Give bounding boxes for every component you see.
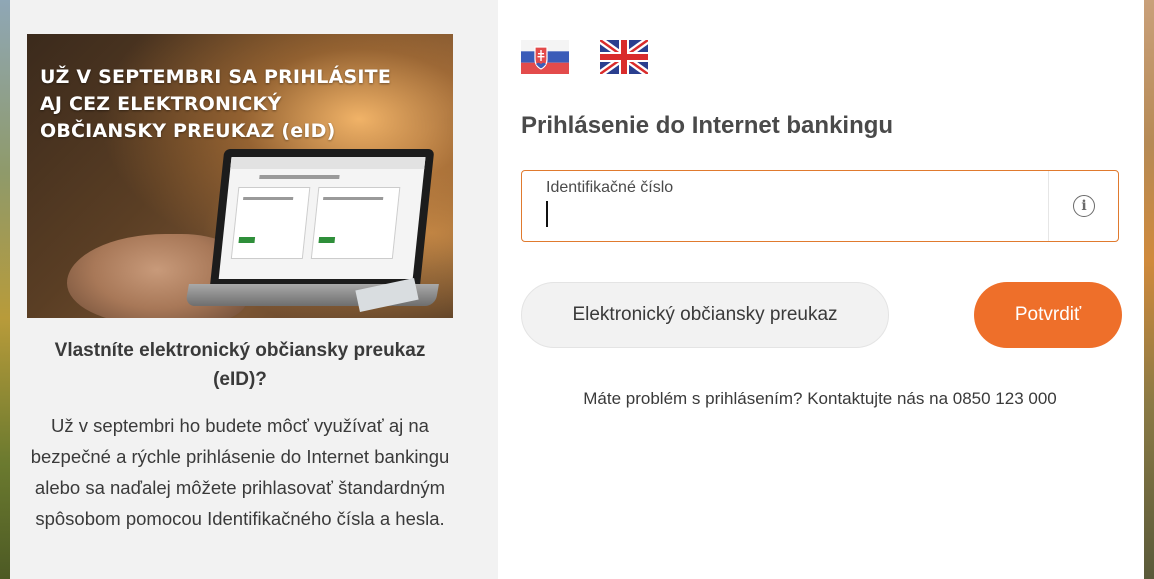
identification-number-label: Identifikačné číslo [546,179,674,196]
promo-laptop [209,149,435,289]
uk-flag-icon[interactable] [600,40,648,74]
help-text: Máte problém s prihlásením? Kontaktujte … [583,389,1057,408]
background-left [0,0,10,579]
promo-headline-line: OBČIANSKY PREUKAZ (eID) [40,120,336,142]
promo-headline-line: AJ CEZ ELEKTRONICKÝ [40,93,282,115]
promo-image: UŽ V SEPTEMBRI SA PRIHLÁSITE AJ CEZ ELEK… [27,34,453,318]
slovak-flag-icon[interactable] [521,40,569,74]
promo-laptop-screen [218,157,426,279]
confirm-button[interactable]: Potvrdiť [974,282,1122,348]
login-card: UŽ V SEPTEMBRI SA PRIHLÁSITE AJ CEZ ELEK… [10,0,1144,579]
page-title: Prihlásenie do Internet bankingu [521,112,894,139]
text-caret [546,201,548,227]
promo-panel: UŽ V SEPTEMBRI SA PRIHLÁSITE AJ CEZ ELEK… [10,0,498,579]
eid-login-button[interactable]: Elektronický občiansky preukaz [521,282,889,348]
info-icon[interactable]: i [1073,195,1095,217]
promo-description: Už v septembri ho budete môcť využívať a… [30,415,450,529]
promo-headline: UŽ V SEPTEMBRI SA PRIHLÁSITE AJ CEZ ELEK… [40,64,440,145]
promo-headline-line: UŽ V SEPTEMBRI SA PRIHLÁSITE [40,66,392,88]
identification-number-input[interactable] [546,201,1036,229]
field-divider [1048,171,1049,241]
login-panel: Prihlásenie do Internet bankingu Identif… [498,0,1144,579]
identification-number-field[interactable]: Identifikačné číslo i [521,170,1119,242]
promo-title: Vlastníte elektronický občiansky preukaz… [54,340,426,390]
